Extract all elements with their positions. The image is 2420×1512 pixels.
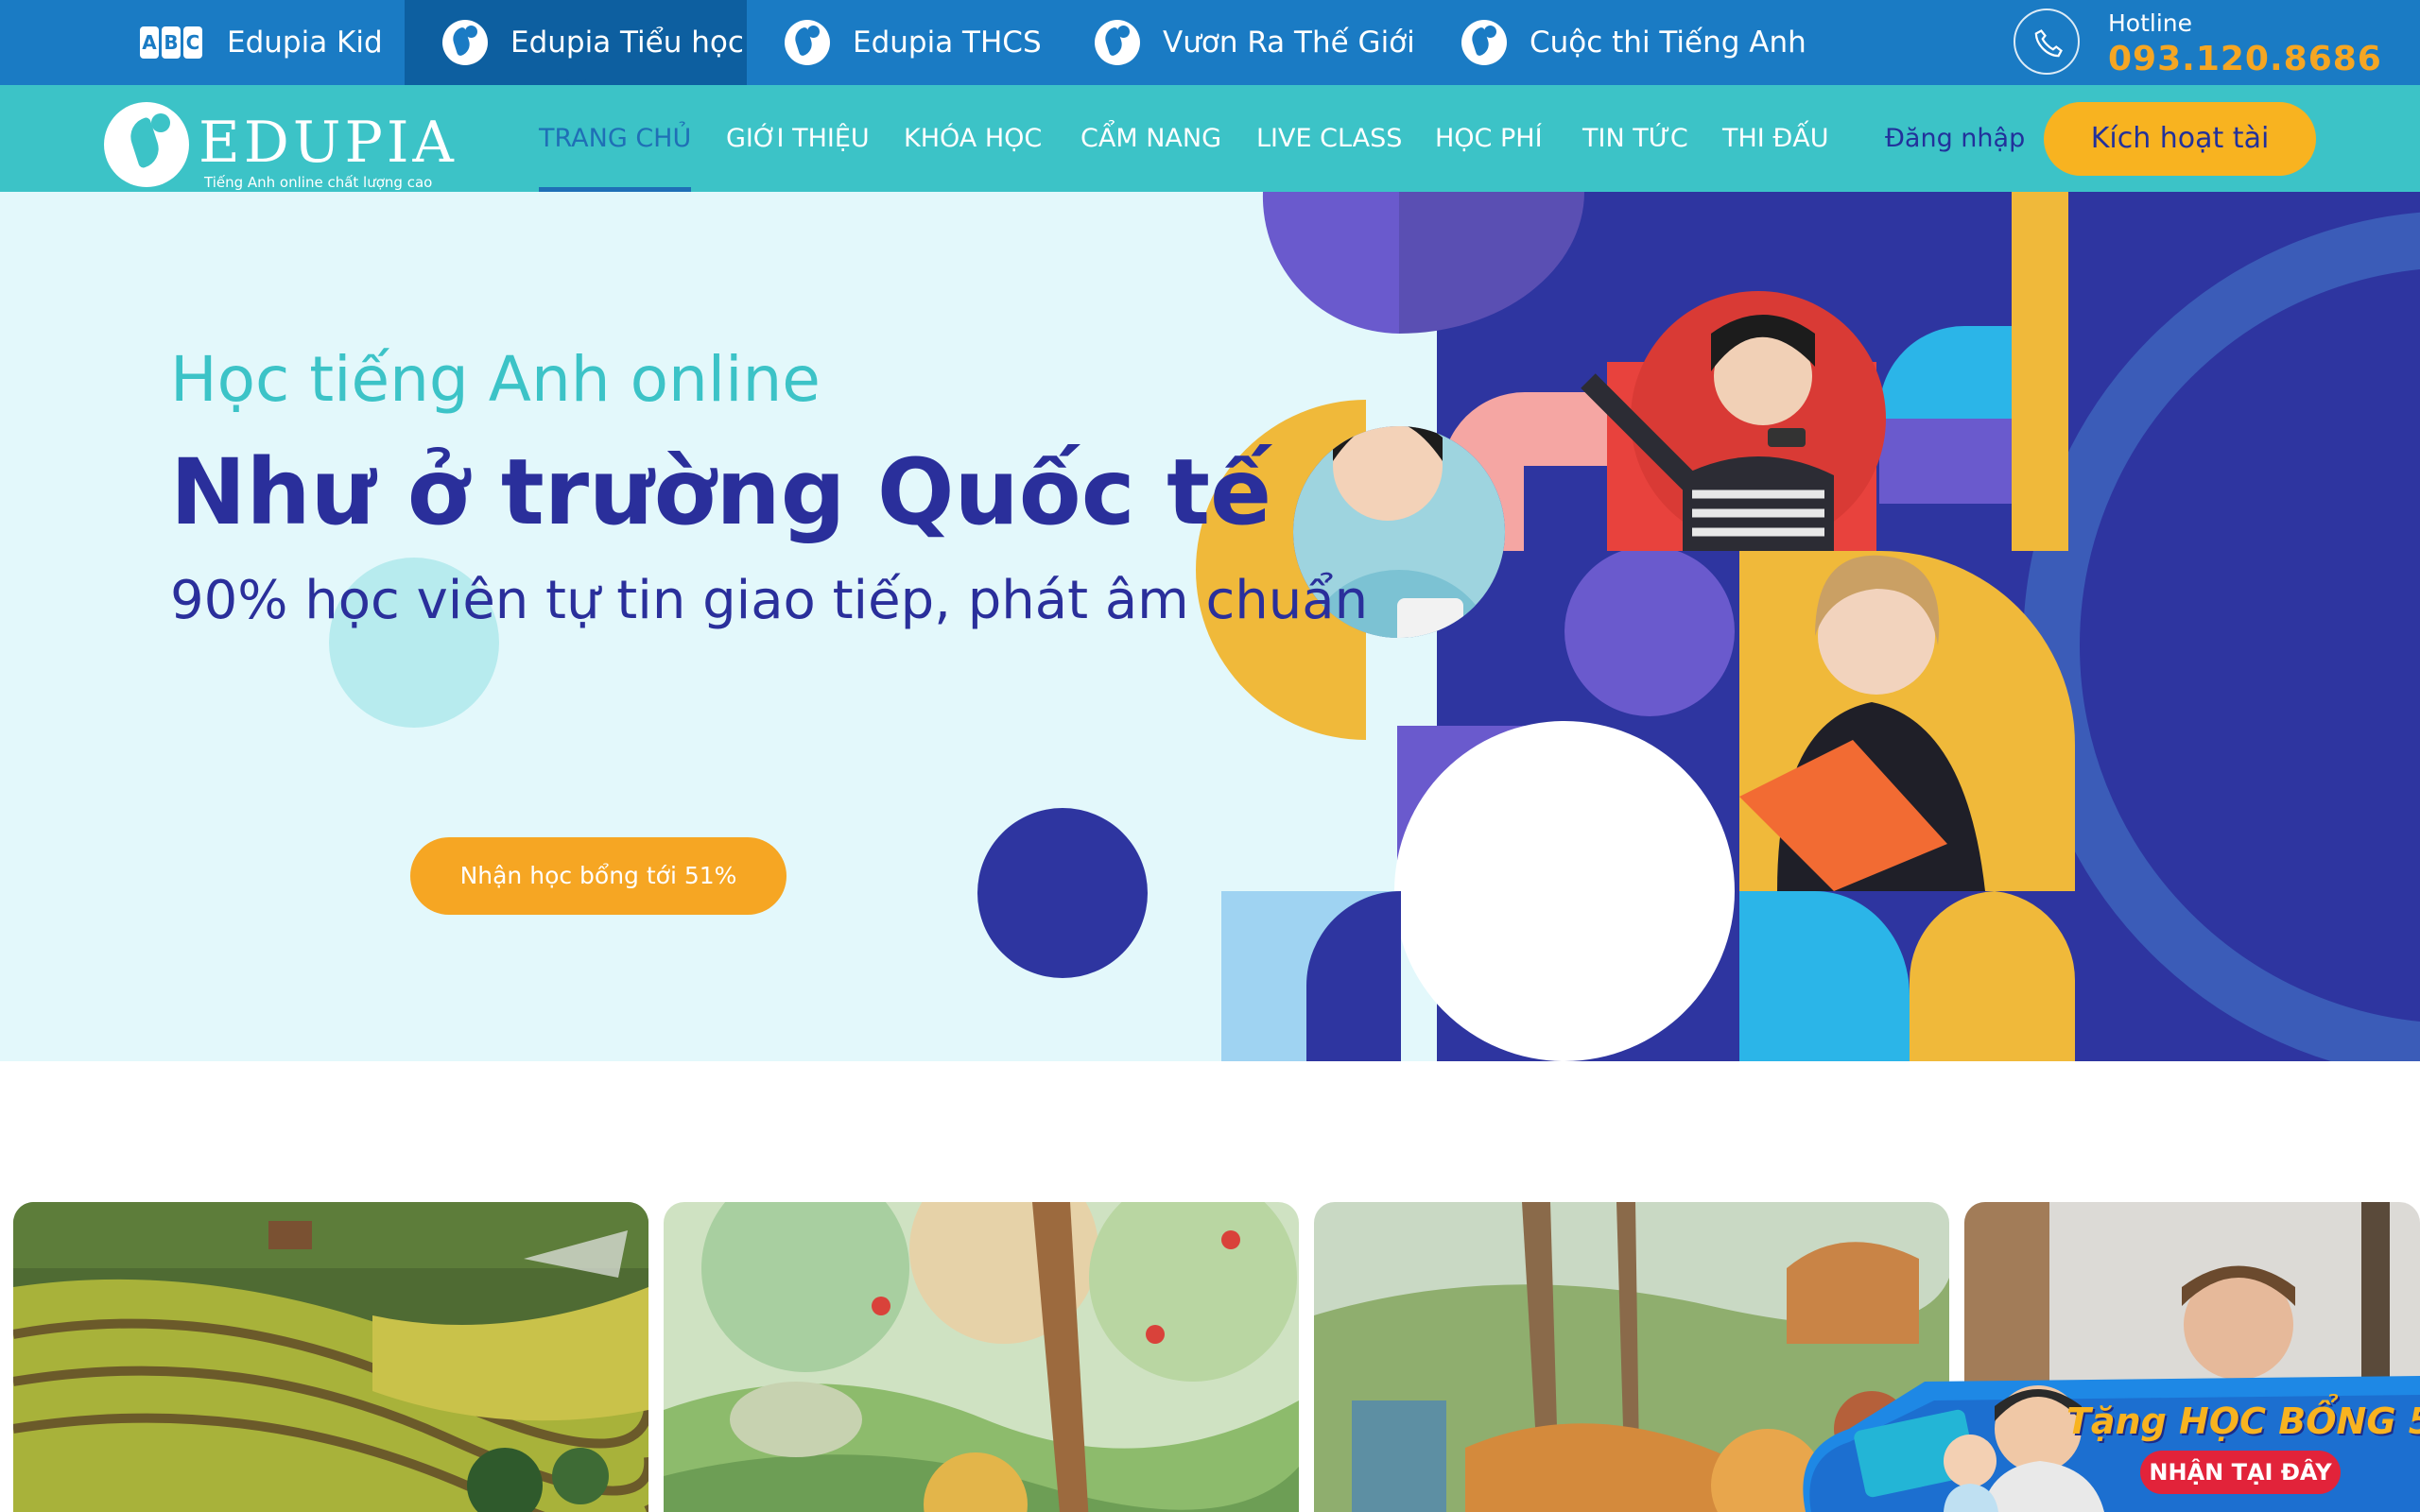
- nav-item-cam-nang[interactable]: CẨM NANG: [1080, 85, 1221, 192]
- art-navy-square: [1524, 466, 1607, 551]
- edupia-logo-icon: [785, 20, 830, 65]
- hero-description: 90% học viên tự tin giao tiếp, phát âm c…: [170, 570, 1369, 631]
- login-link[interactable]: Đăng nhập: [1885, 85, 2025, 192]
- art-yellow-bar: [2012, 192, 2068, 551]
- hotline-label: Hotline: [2108, 9, 2193, 37]
- abc-block-b: B: [162, 26, 181, 59]
- brand-tab-cuoc-thi-tieng-anh[interactable]: Cuộc thi Tiếng Anh: [1461, 0, 1806, 85]
- brand-tab-edupia-tieu-hoc[interactable]: Edupia Tiểu học: [405, 0, 747, 85]
- activate-account-button[interactable]: Kích hoạt tài khoản: [2044, 102, 2316, 229]
- edupia-logo-icon: [1095, 20, 1140, 65]
- abc-blocks-icon: A B C: [140, 26, 202, 59]
- top-brand-bar: A B C Edupia Kid Edupia Tiểu học Edupia …: [0, 0, 2420, 89]
- nav-item-gioi-thieu[interactable]: GIỚI THIỆU: [726, 85, 870, 192]
- scholarship-cta-button[interactable]: Nhận học bổng tới 51%: [410, 837, 786, 915]
- card-image-fantasy-orchard: [664, 1202, 1299, 1512]
- abc-block-c: C: [183, 26, 202, 59]
- brand-tab-edupia-thcs[interactable]: Edupia THCS: [785, 0, 1042, 85]
- nav-item-trang-chu[interactable]: TRANG CHỦ: [539, 85, 692, 192]
- promo-claim-button[interactable]: NHẬN TẠI ĐÂY: [2140, 1451, 2341, 1494]
- decor-bubble-navy: [977, 808, 1148, 978]
- nav-item-hoc-phi[interactable]: HỌC PHÍ: [1435, 85, 1543, 192]
- edupia-logo-icon: [442, 20, 488, 65]
- art-purple-circle: [1564, 546, 1735, 716]
- brand-label: Edupia Tiểu học: [510, 26, 744, 60]
- hero-banner: Học tiếng Anh online Như ở trường Quốc t…: [0, 192, 2420, 1061]
- logo-wordmark: EDUPIA: [199, 110, 458, 176]
- art-purple-quarter: [1262, 192, 1399, 334]
- hero-subtitle: Học tiếng Anh online: [170, 343, 821, 416]
- card-image-rice-terraces: [13, 1202, 648, 1512]
- edupia-logo-icon: [1461, 20, 1507, 65]
- edupia-logo[interactable]: EDUPIA Tiếng Anh online chất lượng cao: [102, 93, 454, 191]
- art-purple-block: [1879, 419, 2012, 504]
- scholarship-promo-banner[interactable]: Tặng HỌC BỔNG 51% NHẬN TẠI ĐÂY: [1792, 1363, 2420, 1512]
- nav-item-live-class[interactable]: LIVE CLASS: [1256, 85, 1402, 192]
- abc-block-a: A: [140, 26, 159, 59]
- edupia-logo-icon: [104, 102, 189, 187]
- nav-item-tin-tuc[interactable]: TIN TỨC: [1582, 85, 1688, 192]
- promo-title: Tặng HỌC BỔNG 51%: [2066, 1400, 2420, 1442]
- hero-title: Như ở trường Quốc tế: [170, 439, 1272, 545]
- hotline-number[interactable]: 093.120.8686: [2108, 40, 2382, 78]
- brand-tab-vuon-ra-the-gioi[interactable]: Vươn Ra Thế Giới: [1095, 0, 1415, 85]
- nav-item-khoa-hoc[interactable]: KHÓA HỌC: [904, 85, 1042, 192]
- brand-tab-edupia-kid[interactable]: A B C Edupia Kid: [140, 0, 383, 85]
- phone-icon[interactable]: [2014, 9, 2080, 75]
- brand-label: Vươn Ra Thế Giới: [1163, 26, 1415, 60]
- brand-label: Edupia Kid: [227, 26, 383, 60]
- brand-label: Cuộc thi Tiếng Anh: [1530, 26, 1806, 60]
- brand-label: Edupia THCS: [853, 26, 1042, 60]
- logo-tagline: Tiếng Anh online chất lượng cao: [204, 174, 433, 191]
- course-card-1[interactable]: [13, 1202, 648, 1512]
- course-card-2[interactable]: [664, 1202, 1299, 1512]
- main-navbar: EDUPIA Tiếng Anh online chất lượng cao T…: [0, 85, 2420, 229]
- art-white-circle: [1394, 721, 1735, 1061]
- nav-item-thi-dau[interactable]: THI ĐẤU: [1722, 85, 1829, 192]
